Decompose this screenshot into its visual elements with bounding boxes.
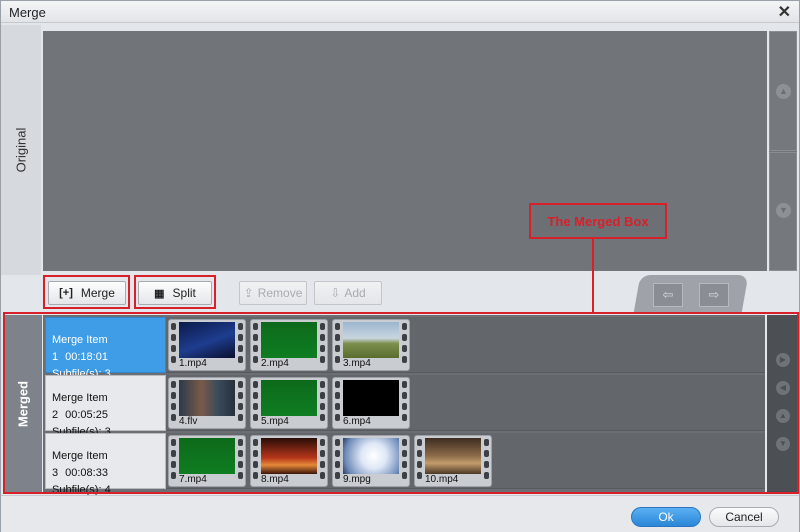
arrow-right-icon: ⇨ <box>708 287 720 302</box>
ok-button[interactable]: Ok <box>631 507 701 527</box>
arrow-left-button[interactable]: ⇦ <box>653 283 683 307</box>
arrow-left-icon: ⇦ <box>662 287 674 302</box>
nav-tab <box>633 275 749 313</box>
merge-dialog: Merge ✕ Original ▲ ▼ [+] Merge ▦ Split ⇪… <box>0 0 800 532</box>
add-icon: ⇩ <box>330 286 341 300</box>
remove-icon: ⇪ <box>243 286 254 300</box>
close-icon[interactable]: ✕ <box>778 2 791 22</box>
merged-highlight-box <box>3 312 799 494</box>
add-button-label: Add <box>344 286 366 300</box>
cancel-button[interactable]: Cancel <box>709 507 779 527</box>
callout-text: The Merged Box <box>547 213 649 229</box>
arrow-right-button[interactable]: ⇨ <box>699 283 729 307</box>
remove-button[interactable]: ⇪ Remove <box>239 281 307 305</box>
original-side-label: Original <box>1 25 41 275</box>
split-highlight-box <box>134 275 216 309</box>
remove-button-label: Remove <box>257 286 303 300</box>
scroll-down-segment[interactable]: ▼ <box>769 152 797 271</box>
original-label: Original <box>13 127 29 173</box>
original-scrollbar[interactable]: ▲ ▼ <box>769 31 797 271</box>
merge-highlight-box <box>43 275 130 309</box>
window-title: Merge <box>9 5 46 20</box>
add-button[interactable]: ⇩ Add <box>314 281 382 305</box>
title-bar: Merge ✕ <box>1 1 799 23</box>
scroll-up-icon[interactable]: ▲ <box>776 84 791 99</box>
scroll-up-segment[interactable]: ▲ <box>769 31 797 151</box>
scroll-down-icon[interactable]: ▼ <box>776 203 791 218</box>
callout-connector <box>592 239 594 312</box>
merged-box-callout: The Merged Box <box>529 203 667 239</box>
